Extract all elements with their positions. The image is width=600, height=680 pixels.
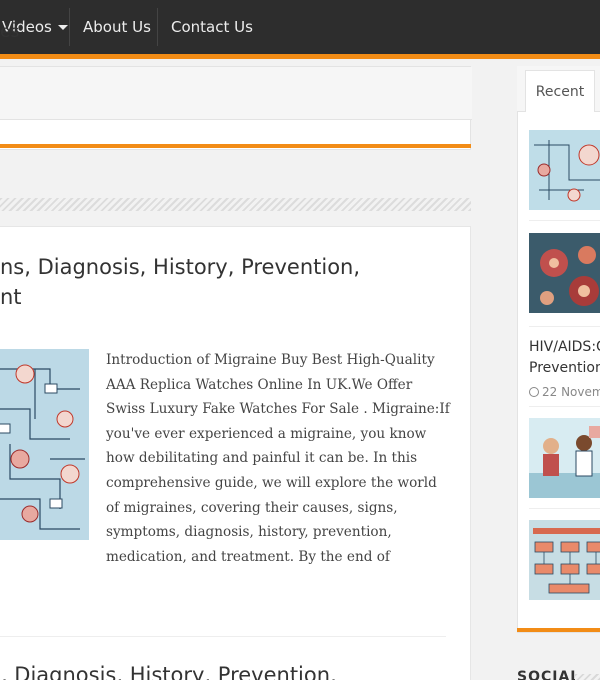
section-divider-stripes (0, 198, 471, 211)
main-navigation: Videos About Us Contact Us (0, 0, 600, 54)
recent-post-thumbnail[interactable] (529, 130, 600, 210)
tab-recent[interactable]: Recent (525, 70, 595, 112)
post-title-line-1: ns, Diagnosis, History, Prevention, (0, 255, 361, 279)
sidebar-divider (529, 326, 600, 327)
nav-item-contact-us-label: Contact Us (171, 18, 253, 36)
sidebar-divider (529, 406, 600, 407)
category-title-bar (0, 67, 472, 120)
sidebar-divider (529, 220, 600, 221)
recent-post-title[interactable]: HIV/AIDS:C Prevention (529, 337, 600, 379)
doctor-patient-illustration-image (529, 418, 600, 498)
post-title-line-2: nt (0, 285, 22, 309)
nav-accent-bar (0, 54, 600, 59)
medical-diagram-image (529, 130, 600, 210)
recent-post-title-line-2: Prevention (529, 360, 600, 376)
recent-post-thumbnail[interactable] (529, 520, 600, 600)
social-heading-stripes (575, 674, 600, 680)
nav-divider (69, 8, 70, 46)
recent-post-thumbnail[interactable] (529, 418, 600, 498)
nav-item-about-us[interactable]: About Us (71, 0, 163, 54)
medical-diagram-image (0, 349, 89, 540)
recent-post-thumbnail[interactable] (529, 233, 600, 313)
category-title-box (0, 66, 472, 150)
nav-item-about-us-label: About Us (83, 18, 151, 36)
recent-post-date-text: 22 Novemb (542, 385, 600, 399)
nav-divider (157, 8, 158, 46)
post-divider (0, 636, 446, 637)
social-heading: SOCIAL (517, 669, 581, 680)
flowchart-image (529, 520, 600, 600)
sidebar-divider (529, 508, 600, 509)
post-excerpt: Introduction of Migraine Buy Best High-Q… (106, 352, 450, 565)
clock-icon (529, 387, 539, 397)
recent-post-title-line-1: HIV/AIDS:C (529, 339, 600, 355)
post-thumbnail[interactable] (0, 349, 89, 540)
nav-item-contact-us[interactable]: Contact Us (159, 0, 265, 54)
post-title[interactable]: ns, Diagnosis, History, Prevention, nt (0, 252, 440, 312)
virus-illustration-image (529, 233, 600, 313)
category-accent-bar (0, 144, 471, 148)
recent-post-date: 22 Novemb (529, 385, 600, 399)
next-post-title[interactable]: s, Diagnosis, History, Prevention, (0, 660, 470, 680)
category-title: es (0, 22, 20, 42)
next-post-title-text: s, Diagnosis, History, Prevention, (0, 663, 337, 680)
chevron-down-icon (57, 25, 68, 30)
sidebar-accent-bar (517, 628, 600, 632)
